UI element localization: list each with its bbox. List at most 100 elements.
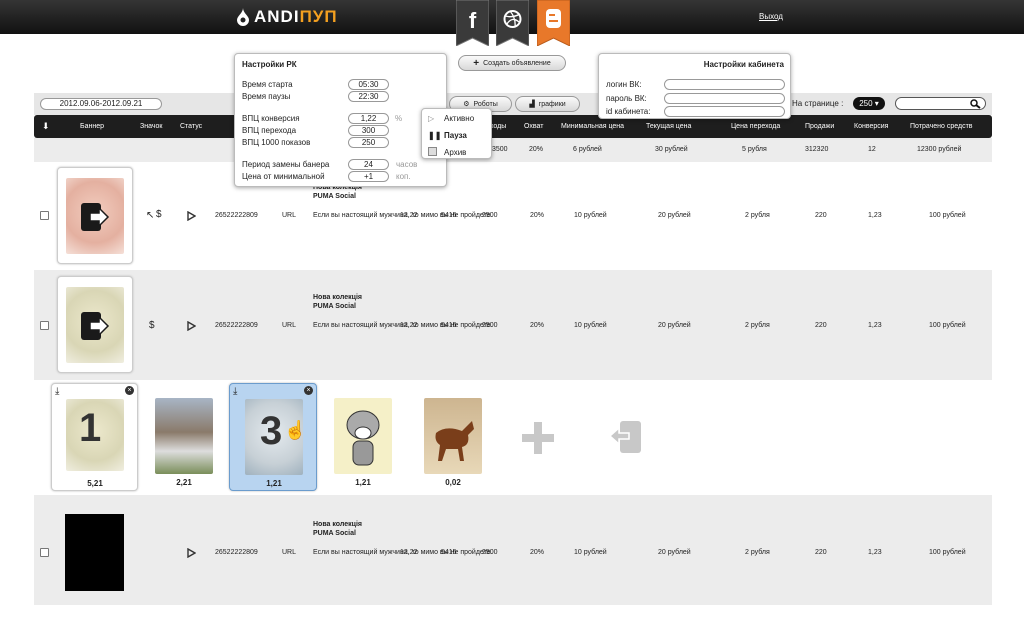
spent: 100 рублей — [929, 322, 966, 329]
vk-login-input[interactable] — [664, 79, 785, 90]
start-time-input[interactable]: 05:30 — [348, 79, 389, 90]
banner-card-selected[interactable]: ⤓ × 3 ☝ 1,21 — [229, 383, 317, 491]
ad-title: Нова колекція PUMA Social — [313, 294, 362, 310]
min-price: 10 рублей — [574, 549, 607, 556]
banner-thumbnail[interactable] — [57, 167, 133, 264]
status-pause-option[interactable]: Пауза — [444, 131, 467, 140]
play-icon[interactable] — [187, 211, 196, 221]
add-banner-button[interactable] — [522, 422, 554, 454]
col-current-price[interactable]: Текущая цена — [646, 123, 691, 130]
close-icon[interactable]: × — [125, 386, 134, 395]
facebook-icon[interactable]: f — [456, 0, 489, 46]
shows: 5415 — [441, 212, 457, 219]
col-sales[interactable]: Продажи — [805, 123, 834, 130]
svg-text:f: f — [469, 8, 477, 33]
play-icon[interactable] — [187, 548, 196, 558]
row-checkbox[interactable] — [40, 211, 49, 220]
banner-replace-icon[interactable] — [80, 311, 110, 341]
sales: 220 — [815, 549, 827, 556]
charts-button[interactable]: ▟ графики — [515, 96, 580, 112]
download-icon[interactable]: ⤓ — [55, 386, 59, 397]
conversion-input[interactable]: 1,22 — [348, 113, 389, 124]
click-price: 2 рубля — [745, 212, 770, 219]
banner-replace-icon[interactable] — [80, 202, 110, 232]
col-min-price[interactable]: Минимальная цена — [561, 123, 624, 130]
min-price-input[interactable]: +1 — [348, 171, 389, 182]
conversion: 1,23 — [868, 549, 882, 556]
pause-icon: ❚❚ — [428, 131, 442, 140]
logout-link[interactable]: Выход — [759, 12, 783, 21]
play-icon[interactable] — [187, 321, 196, 331]
summary-clicks: 3500 — [492, 146, 508, 153]
ad-type: URL — [282, 212, 297, 219]
shows: 5415 — [441, 322, 457, 329]
banner-thumbnail[interactable] — [65, 514, 124, 591]
banner-card[interactable]: ⤓ × 1 5,21 — [51, 383, 138, 491]
ad-description: Если вы настоящий мужчина, то мимо вы не… — [313, 549, 493, 556]
col-conversion[interactable]: Конверсия — [854, 123, 888, 130]
ctr: 12,22 — [400, 212, 418, 219]
cabinet-id-label: id кабинета: — [606, 107, 651, 116]
period-label: Период замены банера — [242, 160, 330, 169]
pause-time-input[interactable]: 22:30 — [348, 91, 389, 102]
row-checkbox[interactable] — [40, 548, 49, 557]
ctr: 12,22 — [400, 322, 418, 329]
reach: 20% — [530, 549, 545, 556]
current-price: 20 рублей — [658, 322, 691, 329]
period-input[interactable]: 24 — [348, 159, 389, 170]
per-page-select[interactable]: 250 ▾ — [853, 97, 885, 110]
row-checkbox[interactable] — [40, 321, 49, 330]
download-icon[interactable]: ⤓ — [233, 386, 237, 397]
status-active-option[interactable]: Активно — [444, 114, 474, 123]
col-clicks[interactable]: ходы — [490, 123, 506, 130]
table-row: $ 26522222809 URL Нова колекція PUMA Soc… — [34, 270, 992, 380]
create-ad-button[interactable]: + Создать объявление — [458, 55, 566, 71]
search-input[interactable] — [895, 97, 986, 110]
clicks: 2500 — [482, 322, 498, 329]
shows-input[interactable]: 250 — [348, 137, 389, 148]
banner-card[interactable]: 1,21 — [320, 383, 407, 491]
banner-thumbnail[interactable] — [57, 276, 133, 373]
blogger-icon[interactable] — [537, 0, 570, 46]
banner-card[interactable]: 2,21 — [141, 383, 228, 491]
panel-title: Настройки РК — [242, 60, 297, 69]
banner-value: 1,21 — [355, 478, 371, 487]
table-row: 26522222809 URL Нова колекція PUMA Socia… — [34, 495, 992, 605]
banner-card[interactable]: 0,02 — [410, 383, 497, 491]
status-archive-option[interactable]: Архив — [444, 148, 466, 157]
status-dropdown: ▷ Активно ❚❚ Пауза Архив — [421, 108, 492, 159]
conversion: 1,23 — [868, 212, 882, 219]
cursor-icon: ↖ — [146, 210, 155, 221]
col-status[interactable]: Статус — [180, 123, 202, 130]
dribbble-icon[interactable] — [496, 0, 529, 46]
ad-type: URL — [282, 549, 297, 556]
col-click-price[interactable]: Цена перехода — [731, 123, 780, 130]
ad-type: URL — [282, 322, 297, 329]
summary-min: 6 рублей — [573, 146, 602, 153]
banner-value: 0,02 — [445, 478, 461, 487]
col-reach[interactable]: Охват — [524, 123, 543, 130]
summary-conv: 12 — [868, 146, 876, 153]
click-input[interactable]: 300 — [348, 125, 389, 136]
import-banner-icon[interactable] — [610, 420, 642, 454]
archive-icon — [428, 147, 437, 156]
vk-password-input[interactable] — [664, 93, 785, 104]
logo[interactable]: ANDI ПУП — [236, 7, 338, 27]
start-time-label: Время старта — [242, 80, 293, 89]
search-icon — [970, 99, 981, 109]
date-range-filter[interactable]: 2012.09.06-2012.09.21 — [40, 98, 162, 110]
col-banner[interactable]: Баннер — [80, 123, 104, 130]
conversion: 1,23 — [868, 322, 882, 329]
cabinet-id-input[interactable] — [664, 106, 785, 117]
horse-image — [435, 421, 474, 461]
shows-label: ВПЦ 1000 показов — [242, 138, 311, 147]
col-spent[interactable]: Потрачено средств — [910, 123, 973, 130]
ctr: 12,22 — [400, 549, 418, 556]
min-price-label: Цена от минимальной — [242, 172, 325, 181]
sort-filter-icon[interactable]: ⬇ — [42, 121, 50, 132]
click-price: 2 рубля — [745, 549, 770, 556]
col-icon[interactable]: Значок — [140, 123, 162, 130]
close-icon[interactable]: × — [304, 386, 313, 395]
vk-login-label: логин ВК: — [606, 80, 642, 89]
summary-sales: 312320 — [805, 146, 829, 153]
